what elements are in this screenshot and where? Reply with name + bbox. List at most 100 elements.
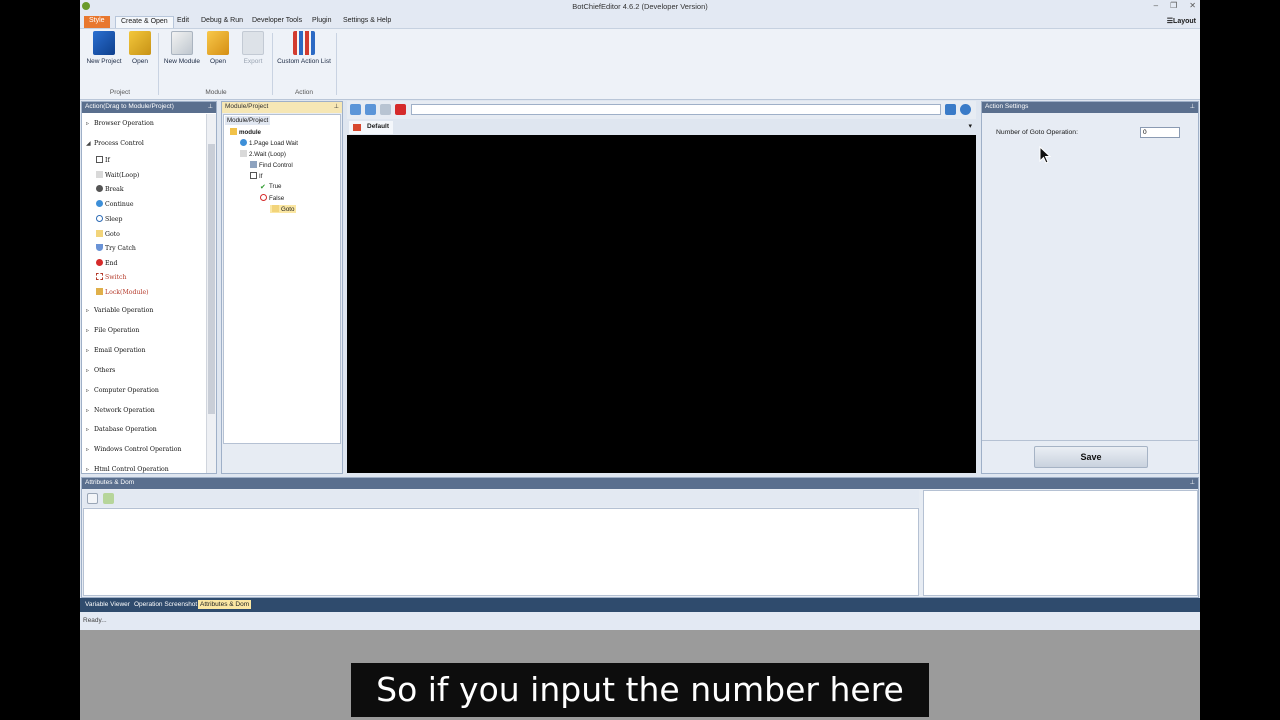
action-try-catch[interactable]: Try Catch xyxy=(96,244,136,252)
custom-action-list-icon xyxy=(293,31,315,55)
category-label: Html Control Operation xyxy=(94,466,169,473)
goto-icon xyxy=(96,230,103,237)
pin-icon[interactable]: ⊥ xyxy=(334,103,339,110)
tree-node-module[interactable]: module xyxy=(230,128,261,136)
action-switch[interactable]: Switch xyxy=(96,273,126,281)
new-module-button[interactable]: New Module xyxy=(162,31,202,65)
action-label: Goto xyxy=(105,231,120,238)
menu-create-open[interactable]: Create & Open xyxy=(115,16,174,28)
module-tree: Module/Project module 1.Page Load Wait 2… xyxy=(223,114,341,444)
category-windows-control-operation[interactable]: ▹ Windows Control Operation xyxy=(86,446,181,453)
action-end[interactable]: End xyxy=(96,259,117,267)
category-variable-operation[interactable]: ▹ Variable Operation xyxy=(86,307,153,314)
category-file-operation[interactable]: ▹ File Operation xyxy=(86,327,139,334)
menu-style[interactable]: Style xyxy=(84,16,110,28)
action-sleep[interactable]: Sleep xyxy=(96,215,123,223)
pointer-icon[interactable] xyxy=(87,493,98,504)
tree-node-goto[interactable]: Goto xyxy=(270,205,297,213)
category-database-operation[interactable]: ▹ Database Operation xyxy=(86,426,157,433)
tree-node-wait-loop[interactable]: 2.Wait (Loop) xyxy=(240,150,286,158)
module-project-tab[interactable]: Module/Project xyxy=(225,116,271,125)
reload-icon[interactable] xyxy=(960,104,971,115)
url-input[interactable] xyxy=(411,104,941,115)
category-others[interactable]: ▹ Others xyxy=(86,367,115,374)
category-process-control[interactable]: ◢ Process Control xyxy=(86,140,144,147)
tree-node-true[interactable]: ✔ True xyxy=(260,183,282,191)
tree-node-label: Find Control xyxy=(259,162,293,169)
attributes-list[interactable] xyxy=(83,508,919,596)
action-panel-header: Action(Drag to Module/Project) ⊥ xyxy=(82,102,216,113)
scroll-thumb[interactable] xyxy=(208,144,215,414)
menu-settings-help[interactable]: Settings & Help xyxy=(338,16,396,28)
tab-default-label: Default xyxy=(367,123,390,130)
hourglass-icon xyxy=(96,171,103,178)
action-if[interactable]: If xyxy=(96,156,110,164)
action-label: Sleep xyxy=(105,216,123,223)
action-break[interactable]: Break xyxy=(96,185,124,193)
status-text: Ready... xyxy=(83,617,107,624)
tab-attributes-dom[interactable]: Attributes & Dom xyxy=(198,600,252,609)
menu-developer-tools[interactable]: Developer Tools xyxy=(247,16,307,28)
custom-action-list-button[interactable]: Custom Action List xyxy=(276,31,332,65)
dom-view[interactable] xyxy=(923,490,1198,596)
stop-icon[interactable] xyxy=(395,104,406,115)
action-continue[interactable]: Continue xyxy=(96,200,134,208)
group-label-project: Project xyxy=(109,89,131,96)
export-button[interactable]: Export xyxy=(238,31,268,65)
pin-icon[interactable]: ⊥ xyxy=(1190,103,1195,110)
switch-icon xyxy=(96,273,103,280)
tree-node-if[interactable]: If xyxy=(250,172,262,180)
tab-dropdown-icon[interactable]: ▾ xyxy=(968,122,972,130)
tree-node-false[interactable]: False xyxy=(260,194,284,202)
category-email-operation[interactable]: ▹ Email Operation xyxy=(86,347,146,354)
tab-variable-viewer[interactable]: Variable Viewer xyxy=(83,600,132,609)
open-project-button[interactable]: Open xyxy=(126,31,154,65)
divider xyxy=(982,440,1198,441)
menu-debug-run[interactable]: Debug & Run xyxy=(196,16,248,28)
action-lock-module[interactable]: Lock(Module) xyxy=(96,288,149,296)
menu-plugin[interactable]: Plugin xyxy=(307,16,336,28)
shield-icon xyxy=(96,244,103,251)
tab-operation-screenshot[interactable]: Operation Screenshot xyxy=(132,600,199,609)
action-settings-title: Action Settings xyxy=(985,103,1029,110)
pin-icon[interactable]: ⊥ xyxy=(208,103,213,110)
close-button[interactable]: ✕ xyxy=(1189,1,1196,10)
check-icon: ✔ xyxy=(260,184,266,191)
tree-node-page-load-wait[interactable]: 1.Page Load Wait xyxy=(240,139,298,147)
folder-icon xyxy=(230,128,237,135)
minimize-button[interactable]: – xyxy=(1154,1,1158,10)
tree-node-label: If xyxy=(259,173,263,180)
category-label: Computer Operation xyxy=(94,387,159,394)
layout-button[interactable]: ☰Layout xyxy=(1167,17,1196,25)
back-icon[interactable] xyxy=(350,104,361,115)
editor-toolbar xyxy=(347,101,976,119)
action-goto[interactable]: Goto xyxy=(96,230,120,238)
refresh-icon[interactable] xyxy=(380,104,391,115)
maximize-button[interactable]: ❐ xyxy=(1170,1,1177,10)
dom-icon[interactable] xyxy=(103,493,114,504)
goto-count-input[interactable] xyxy=(1140,127,1180,138)
go-icon[interactable] xyxy=(945,104,956,115)
action-panel: Action(Drag to Module/Project) ⊥ ▹ Browse… xyxy=(81,101,217,474)
lock-icon xyxy=(96,288,103,295)
tree-node-find-control[interactable]: Find Control xyxy=(250,161,293,169)
category-html-control-operation[interactable]: ▹ Html Control Operation xyxy=(86,466,169,473)
category-label: Others xyxy=(94,367,116,374)
open-project-label: Open xyxy=(132,58,148,65)
mouse-cursor-icon xyxy=(1039,146,1051,164)
category-browser-operation[interactable]: ▹ Browser Operation xyxy=(86,120,154,127)
open-module-button[interactable]: Open xyxy=(204,31,232,65)
action-panel-scrollbar[interactable] xyxy=(206,114,216,473)
menu-edit[interactable]: Edit xyxy=(172,16,194,28)
export-icon xyxy=(242,31,264,55)
action-settings-panel: Action Settings ⊥ Number of Goto Operati… xyxy=(981,101,1199,474)
save-button[interactable]: Save xyxy=(1034,446,1148,468)
tab-default[interactable]: Default xyxy=(349,121,394,134)
category-network-operation[interactable]: ▹ Network Operation xyxy=(86,407,155,414)
browser-canvas[interactable] xyxy=(347,135,976,473)
category-computer-operation[interactable]: ▹ Computer Operation xyxy=(86,387,159,394)
action-wait-loop[interactable]: Wait(Loop) xyxy=(96,171,139,179)
forward-icon[interactable] xyxy=(365,104,376,115)
new-project-button[interactable]: New Project xyxy=(84,31,124,65)
pin-icon[interactable]: ⊥ xyxy=(1190,479,1195,486)
